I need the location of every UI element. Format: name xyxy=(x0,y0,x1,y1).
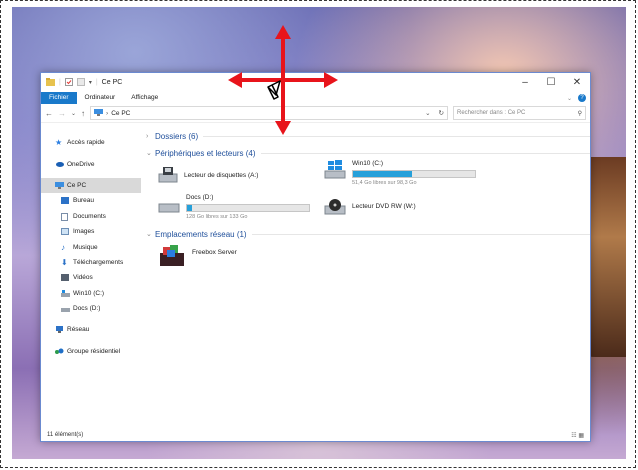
star-icon: ★ xyxy=(55,138,63,148)
chevron-down-icon: ⌄ xyxy=(146,150,152,157)
music-note-icon: ♪ xyxy=(61,242,65,252)
nav-item-docs-d[interactable]: Docs (D:) xyxy=(41,301,141,316)
status-bar: 11 élément(s) ☷ ▦ xyxy=(41,429,590,441)
minimize-button[interactable]: – xyxy=(512,77,538,88)
separator: | xyxy=(59,79,61,86)
navigation-pane: ★ Accès rapide OneDrive Ce PC Bureau Doc… xyxy=(41,123,141,429)
content-pane: › Dossiers (6) ⌄ Périphériques et lecteu… xyxy=(141,123,590,429)
nav-item-win10-c[interactable]: Win10 (C:) xyxy=(41,286,141,301)
tab-computer[interactable]: Ordinateur xyxy=(77,92,124,104)
search-placeholder: Rechercher dans : Ce PC xyxy=(457,110,526,116)
new-folder-icon[interactable] xyxy=(76,77,85,88)
quick-access-toolbar: | ▾ | xyxy=(46,77,98,88)
close-button[interactable]: ✕ xyxy=(564,77,590,88)
customize-toolbar-icon[interactable]: ▾ xyxy=(89,79,92,86)
nav-item-quick-access[interactable]: ★ Accès rapide xyxy=(41,135,141,150)
folder-icon[interactable] xyxy=(46,77,55,88)
chevron-down-icon: ⌄ xyxy=(146,231,152,238)
drive-icon xyxy=(61,305,70,313)
documents-icon xyxy=(61,212,69,221)
drive-icon xyxy=(158,194,180,216)
usage-bar xyxy=(352,170,476,178)
cloud-icon xyxy=(55,161,64,168)
windows-drive-icon xyxy=(324,160,346,182)
section-divider xyxy=(251,233,590,235)
computer-icon xyxy=(94,108,104,118)
nav-item-downloads[interactable]: ⬇ Téléchargements xyxy=(41,255,141,270)
pictures-icon xyxy=(61,228,69,236)
maximize-button[interactable]: ☐ xyxy=(538,77,564,88)
address-path: Ce PC xyxy=(111,109,131,117)
download-arrow-icon: ⬇ xyxy=(61,257,68,267)
properties-icon[interactable] xyxy=(64,77,73,88)
usage-bar-fill xyxy=(353,171,412,177)
section-divider xyxy=(260,152,590,154)
section-folders[interactable]: › Dossiers (6) xyxy=(146,129,590,143)
move-cursor-icon xyxy=(228,25,338,135)
expand-ribbon-icon[interactable]: ⌄ xyxy=(567,95,572,102)
floppy-drive-icon xyxy=(158,166,178,186)
desktop-folder-icon xyxy=(61,197,69,205)
nav-item-homegroup[interactable]: Groupe résidentiel xyxy=(41,344,141,359)
chevron-right-icon: › xyxy=(106,109,109,117)
refresh-icon[interactable]: ↻ xyxy=(439,109,444,117)
forward-arrow-icon[interactable]: → xyxy=(58,109,66,118)
drive-floppy[interactable]: Lecteur de disquettes (A:) xyxy=(158,166,258,186)
back-arrow-icon[interactable]: ← xyxy=(45,109,53,118)
tab-file[interactable]: Fichier xyxy=(41,92,77,104)
chevron-right-icon: › xyxy=(146,132,149,140)
nav-item-desktop[interactable]: Bureau xyxy=(41,193,141,208)
explorer-body: ★ Accès rapide OneDrive Ce PC Bureau Doc… xyxy=(41,123,590,429)
address-dropdown-icon[interactable]: ⌄ xyxy=(425,109,430,117)
view-toggle-icons[interactable]: ☷ ▦ xyxy=(571,432,584,439)
tab-view[interactable]: Affichage xyxy=(123,92,166,104)
usage-bar xyxy=(186,204,310,212)
nav-item-pictures[interactable]: Images xyxy=(41,224,141,239)
homegroup-icon xyxy=(55,348,64,355)
section-divider xyxy=(203,135,590,137)
media-server-icon xyxy=(158,245,186,269)
nav-item-onedrive[interactable]: OneDrive xyxy=(41,156,141,171)
drive-d[interactable]: Docs (D:) 128 Go libres sur 133 Go xyxy=(158,194,310,220)
drive-c[interactable]: Win10 (C:) 51,4 Go libres sur 98,3 Go xyxy=(324,160,476,186)
up-arrow-icon[interactable]: ↑ xyxy=(81,109,85,118)
nav-item-this-pc[interactable]: Ce PC xyxy=(41,177,141,194)
section-devices[interactable]: ⌄ Périphériques et lecteurs (4) xyxy=(146,146,590,160)
drive-dvd[interactable]: Lecteur DVD RW (W:) xyxy=(324,198,416,218)
usage-bar-fill xyxy=(187,205,192,211)
nav-item-music[interactable]: ♪ Musique xyxy=(41,239,141,254)
dvd-drive-icon xyxy=(324,198,346,218)
computer-icon xyxy=(55,181,64,189)
recent-locations-icon[interactable]: ⌄ xyxy=(71,110,76,117)
separator: | xyxy=(95,79,98,86)
window-title: Ce PC xyxy=(101,79,123,86)
nav-item-videos[interactable]: Vidéos xyxy=(41,270,141,285)
windows-drive-icon xyxy=(61,289,70,297)
video-icon xyxy=(61,274,69,282)
search-input[interactable]: Rechercher dans : Ce PC ⚲ xyxy=(453,106,586,120)
network-item-freebox[interactable]: Freebox Server xyxy=(158,245,602,269)
item-count: 11 élément(s) xyxy=(47,432,84,438)
nav-item-documents[interactable]: Documents xyxy=(41,209,141,224)
section-network[interactable]: ⌄ Emplacements réseau (1) xyxy=(146,227,590,241)
window-controls: – ☐ ✕ xyxy=(512,77,590,88)
search-icon: ⚲ xyxy=(577,110,582,117)
network-icon xyxy=(55,326,63,334)
help-icon[interactable]: ? xyxy=(578,94,586,102)
drives-grid: Lecteur de disquettes (A:) Win10 (C:) 51… xyxy=(146,160,590,226)
nav-item-network[interactable]: Réseau xyxy=(41,322,141,337)
